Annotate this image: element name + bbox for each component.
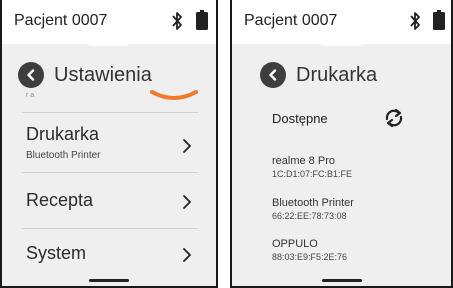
back-icon — [269, 69, 277, 81]
device-address: 66:22:EE:78:73:08 — [272, 211, 347, 221]
device-name: OPPULO — [272, 238, 318, 250]
menu-item-label: Recepta — [26, 190, 94, 210]
toggle-partial — [150, 90, 198, 100]
chevron-right-icon — [183, 248, 191, 262]
menu-item-printer[interactable]: Drukarka Bluetooth Printer — [22, 112, 198, 169]
settings-header: Ustawienia — [18, 60, 152, 90]
home-indicator[interactable] — [321, 279, 362, 282]
device-address: 1C:D1:07:FC:B1:FE — [272, 169, 353, 179]
printer-header: Drukarka — [260, 60, 377, 90]
header-notch — [87, 36, 131, 46]
refresh-icon[interactable] — [382, 106, 406, 130]
battery-icon — [433, 10, 445, 30]
menu-item-label: System — [26, 243, 87, 263]
back-icon — [27, 69, 35, 81]
device-item[interactable]: OPPULO 88:03:E9:F5:2E:76 — [272, 238, 347, 262]
menu-item-system[interactable]: System — [22, 228, 198, 285]
device-name: realme 8 Pro — [272, 155, 335, 167]
header-notch — [319, 36, 364, 46]
device-address: 88:03:E9:F5:2E:76 — [272, 252, 348, 262]
patient-title: Pacjent 0007 — [14, 12, 108, 29]
bluetooth-icon — [410, 12, 420, 30]
partial-label: r a — [26, 92, 35, 99]
patient-title: Pacjent 0007 — [244, 12, 338, 29]
device-name: Bluetooth Printer — [272, 197, 354, 209]
printer-screen: Pacjent 0007 Drukarka Dostępne realme 8 … — [230, 0, 453, 288]
settings-screen: Pacjent 0007 Ustawienia r a Drukarka Blu… — [0, 0, 218, 288]
back-button[interactable] — [260, 62, 286, 88]
page-title: Ustawienia — [54, 63, 152, 86]
page-title: Drukarka — [296, 63, 378, 86]
available-devices-heading: Dostępne — [272, 111, 328, 126]
home-indicator[interactable] — [89, 279, 129, 282]
chevron-right-icon — [183, 195, 191, 209]
device-item[interactable]: Bluetooth Printer 66:22:EE:78:73:08 — [272, 197, 354, 221]
chevron-right-icon — [183, 139, 191, 153]
menu-item-sublabel: Bluetooth Printer — [26, 150, 101, 161]
menu-item-prescription[interactable]: Recepta — [22, 172, 198, 229]
battery-icon — [196, 10, 208, 30]
bluetooth-icon — [172, 12, 182, 30]
menu-item-label: Drukarka — [26, 124, 100, 144]
back-button[interactable] — [18, 62, 44, 88]
device-item[interactable]: realme 8 Pro 1C:D1:07:FC:B1:FE — [272, 155, 352, 179]
